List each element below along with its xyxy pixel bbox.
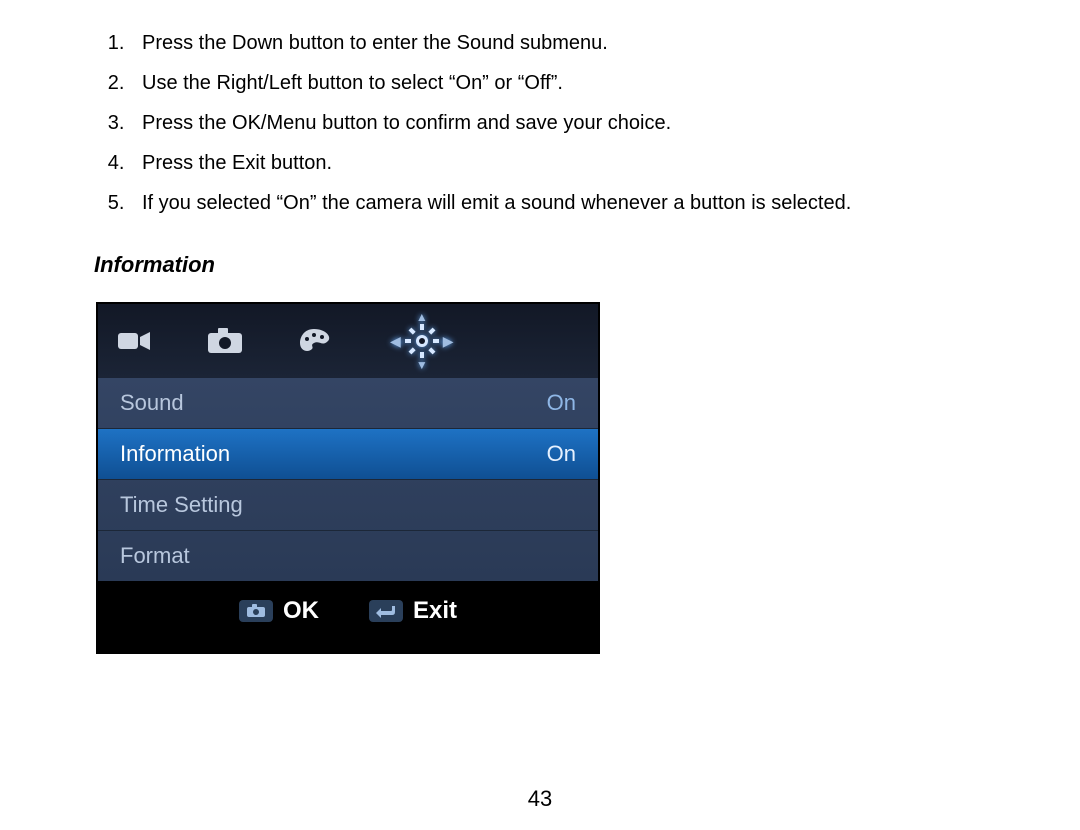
- instruction-list: Press the Down button to enter the Sound…: [90, 28, 990, 218]
- settings-menu: Sound On Information On Time Setting For…: [98, 378, 598, 581]
- camera-icon: [206, 327, 244, 355]
- camera-lcd-screenshot: ▲ ◀ ▶ ▼ Sound On Information On Time Set…: [96, 302, 600, 654]
- page-number: 43: [0, 786, 1080, 812]
- down-arrow-icon: ▼: [416, 358, 428, 372]
- menu-row-label: Time Setting: [120, 492, 243, 518]
- left-arrow-icon: ◀: [386, 333, 405, 350]
- camera-button-icon: [239, 600, 273, 622]
- menu-footer: OK Exit: [98, 581, 598, 641]
- menu-row-information[interactable]: Information On: [98, 429, 598, 480]
- video-icon: [116, 328, 152, 354]
- menu-row-sound[interactable]: Sound On: [98, 378, 598, 429]
- right-arrow-icon: ▶: [439, 333, 458, 350]
- menu-row-label: Sound: [120, 390, 184, 416]
- instruction-item: Press the Down button to enter the Sound…: [130, 28, 990, 58]
- return-icon: [369, 600, 403, 622]
- instruction-item: Use the Right/Left button to select “On”…: [130, 68, 990, 98]
- menu-row-format[interactable]: Format: [98, 531, 598, 581]
- menu-row-value: On: [547, 441, 576, 467]
- menu-row-label: Information: [120, 441, 230, 467]
- exit-button[interactable]: Exit: [369, 597, 457, 625]
- gear-icon: ▲ ◀ ▶ ▼: [386, 324, 458, 358]
- instruction-item: Press the Exit button.: [130, 148, 990, 178]
- up-arrow-icon: ▲: [416, 310, 428, 324]
- instruction-item: Press the OK/Menu button to confirm and …: [130, 108, 990, 138]
- section-heading: Information: [94, 252, 990, 278]
- exit-label: Exit: [413, 597, 457, 625]
- palette-icon: [298, 327, 332, 355]
- menu-row-time-setting[interactable]: Time Setting: [98, 480, 598, 531]
- ok-label: OK: [283, 597, 319, 625]
- ok-button[interactable]: OK: [239, 597, 319, 625]
- menu-tab-bar: ▲ ◀ ▶ ▼: [98, 304, 598, 378]
- instruction-item: If you selected “On” the camera will emi…: [130, 188, 990, 218]
- manual-page: Press the Down button to enter the Sound…: [0, 0, 1080, 830]
- menu-row-value: On: [547, 390, 576, 416]
- menu-row-label: Format: [120, 543, 190, 569]
